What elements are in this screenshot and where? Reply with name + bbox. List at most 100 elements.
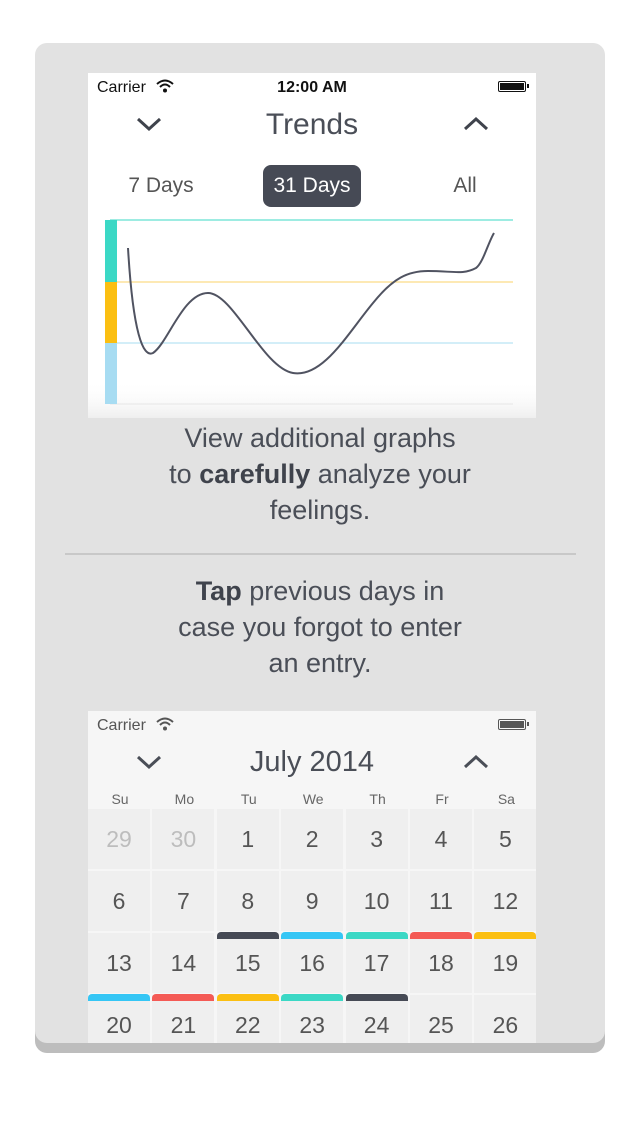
status-bar-calendar: Carrier	[88, 711, 536, 739]
calendar-day-cell[interactable]: 29	[88, 809, 150, 869]
calendar-day-cell[interactable]: 1	[216, 809, 279, 869]
calendar-day-cell[interactable]: 3	[345, 809, 408, 869]
calendar-day-cell[interactable]: 23	[281, 994, 344, 1043]
caption-graphs: View additional graphs to carefully anal…	[35, 420, 605, 528]
weekday-label: Th	[369, 791, 386, 807]
caption-tap-line1: Tap previous days in	[195, 576, 445, 606]
calendar-day-number: 4	[434, 826, 448, 852]
weekday-label: Mo	[174, 791, 195, 807]
weekday-label: Su	[111, 791, 129, 807]
chevron-up-icon[interactable]	[461, 113, 491, 135]
calendar-day-number: 20	[106, 1012, 132, 1038]
caption-tap-line3: an entry.	[268, 648, 372, 678]
calendar-day-number: 3	[370, 826, 383, 852]
calendar-day-cell[interactable]: 25	[410, 995, 472, 1043]
scale-band-blue	[105, 343, 117, 404]
calendar-day-cell[interactable]: 26	[474, 995, 536, 1043]
calendar-day-cell[interactable]: 20	[88, 994, 150, 1043]
battery-icon-calendar	[498, 719, 529, 730]
calendar-day-number: 30	[170, 826, 197, 852]
mood-marker	[216, 932, 279, 939]
calendar-day-number: 5	[498, 826, 512, 852]
calendar-day-number: 19	[492, 950, 519, 976]
calendar-day-number: 18	[428, 950, 454, 976]
calendar-day-cell[interactable]: 13	[88, 933, 150, 993]
status-bar: Carrier 12:00 AM	[88, 73, 536, 101]
calendar-day-cell[interactable]: 17	[345, 932, 408, 993]
mood-marker	[88, 994, 150, 1001]
calendar-day-number: 22	[235, 1012, 261, 1038]
segment-all[interactable]: All	[440, 165, 490, 207]
mood-marker	[281, 994, 344, 1001]
calendar-day-number: 1	[241, 826, 255, 852]
mood-marker	[216, 994, 279, 1001]
calendar-day-number: 26	[492, 1012, 519, 1038]
caption-graphs-line1: View additional graphs	[184, 423, 456, 453]
calendar-day-number: 15	[235, 950, 261, 976]
wifi-icon-calendar	[156, 717, 174, 731]
section-divider	[65, 553, 576, 555]
calendar-day-number: 12	[492, 888, 519, 914]
mood-marker	[345, 994, 408, 1001]
calendar-day-cell[interactable]: 5	[474, 809, 536, 869]
calendar-preview: Carrier July 2014 Su Mo Tu We Th Fr Sa 29 30 1 2 3…	[88, 711, 536, 1043]
calendar-day-number: 9	[305, 888, 319, 914]
caption-graphs-line2: to carefully analyze your	[169, 459, 471, 489]
carrier-label-calendar: Carrier	[97, 717, 146, 734]
calendar-day-number: 17	[363, 950, 390, 976]
calendar-day-number: 14	[170, 950, 197, 976]
calendar-day-number: 6	[112, 888, 126, 914]
segment-7-days[interactable]: 7 Days	[118, 165, 204, 207]
segment-31-days[interactable]: 31 Days	[263, 165, 361, 207]
mood-marker	[345, 932, 408, 939]
calendar-day-number: 25	[428, 1012, 454, 1038]
calendar-day-cell[interactable]: 19	[474, 932, 536, 993]
mood-marker	[474, 932, 536, 939]
calendar-day-cell[interactable]: 24	[345, 994, 408, 1043]
calendar-day-number: 11	[429, 888, 453, 914]
calendar-day-cell[interactable]: 4	[410, 809, 472, 869]
calendar-day-cell[interactable]: 10	[345, 871, 408, 931]
status-time: 12:00 AM	[277, 79, 347, 96]
calendar-day-cell[interactable]: 30	[152, 809, 215, 869]
tutorial-card: Carrier 12:00 AM Trends 7 Days 31 Days A…	[35, 43, 605, 1043]
mood-marker	[410, 932, 472, 939]
chevron-up-icon-calendar[interactable]	[461, 751, 491, 773]
scale-band-teal	[105, 220, 117, 282]
caption-tap-bold: Tap	[195, 576, 242, 606]
scale-band-yellow	[105, 282, 117, 343]
mood-marker	[152, 994, 215, 1001]
caption-tap-line2: case you forgot to enter	[178, 612, 462, 642]
calendar-day-cell[interactable]: 15	[216, 932, 279, 993]
calendar-day-cell[interactable]: 22	[216, 994, 279, 1043]
battery-icon	[498, 81, 529, 92]
calendar-day-cell[interactable]: 7	[152, 871, 215, 931]
calendar-day-number: 7	[176, 888, 190, 914]
calendar-day-cell[interactable]: 14	[152, 933, 215, 993]
calendar-day-cell[interactable]: 18	[410, 932, 472, 993]
calendar-day-number: 23	[299, 1012, 325, 1038]
calendar-day-number: 21	[170, 1012, 197, 1038]
calendar-day-cell[interactable]: 9	[281, 871, 344, 931]
calendar-day-cell[interactable]: 6	[88, 871, 150, 931]
calendar-day-number: 24	[363, 1012, 390, 1038]
weekday-label: Fr	[435, 791, 449, 807]
weekday-label: Tu	[240, 791, 257, 807]
calendar-day-number: 16	[299, 950, 325, 976]
trend-graph	[88, 219, 536, 418]
weekday-label: Sa	[497, 791, 515, 807]
calendar-day-cell[interactable]: 11	[410, 871, 472, 931]
chart-background-fade	[88, 333, 536, 418]
calendar-day-cell[interactable]: 21	[152, 994, 215, 1043]
calendar-day-number: 8	[241, 888, 255, 914]
caption-graphs-line3: feelings.	[269, 495, 371, 525]
calendar-day-number: 13	[106, 950, 132, 976]
calendar-day-cell[interactable]: 2	[281, 809, 344, 869]
weekday-label: We	[302, 791, 324, 807]
calendar-day-number: 10	[363, 888, 390, 914]
calendar-day-cell[interactable]: 16	[281, 932, 344, 993]
calendar-day-cell[interactable]: 8	[216, 871, 279, 931]
calendar-day-cell[interactable]: 12	[474, 871, 536, 931]
calendar-day-number: 2	[305, 826, 319, 852]
caption-tap: Tap previous days in case you forgot to …	[35, 573, 605, 681]
